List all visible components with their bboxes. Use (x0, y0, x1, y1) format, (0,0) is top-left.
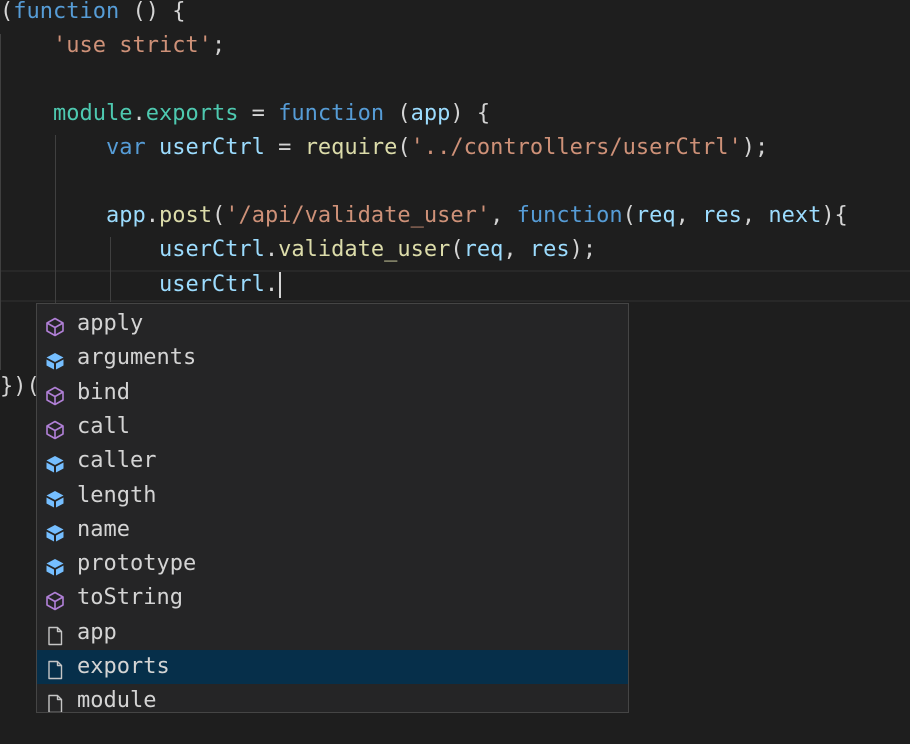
code-token: exports (145, 101, 239, 126)
code-line: var userCtrl = require('../controllers/u… (0, 131, 910, 165)
code-token: . (264, 272, 279, 297)
suggestion-item-call[interactable]: call (37, 410, 628, 444)
field-icon (45, 520, 65, 542)
method-icon (45, 314, 65, 337)
code-token: post (158, 203, 212, 228)
code-token: ( (0, 0, 14, 24)
suggestion-item-caller[interactable]: caller (37, 444, 628, 478)
code-token: 'use strict' (52, 33, 212, 58)
suggestion-label: app (77, 619, 117, 645)
code-token: '/api/validate_user' (225, 203, 491, 228)
suggestion-item-tostring[interactable]: toString (37, 581, 628, 615)
code-token: validate_user (278, 237, 451, 262)
code-token: userCtrl (158, 135, 265, 160)
code-token: ( (450, 237, 464, 262)
text-file-icon (45, 691, 65, 712)
code-token: app (410, 101, 451, 126)
code-token: function (516, 203, 623, 228)
suggestion-item-module[interactable]: module (37, 684, 628, 713)
text-file-icon (45, 657, 65, 680)
suggestion-label: prototype (77, 551, 197, 577)
code-token: })( (0, 374, 40, 399)
code-token: ) { (450, 101, 491, 126)
code-token: req (635, 203, 676, 228)
field-icon (45, 554, 65, 576)
suggestion-label: call (77, 413, 130, 439)
suggestion-item-arguments[interactable]: arguments (37, 341, 628, 375)
code-token: '../controllers/userCtrl' (410, 135, 742, 160)
code-token: , (741, 203, 769, 228)
code-token: function (13, 0, 120, 24)
suggestion-label: toString (77, 585, 183, 611)
field-icon (45, 486, 65, 507)
code-token: . (145, 203, 159, 228)
text-file-icon (45, 623, 65, 645)
code-line: (function () { (0, 0, 910, 29)
code-token: , (490, 203, 517, 228)
code-token: ; (211, 33, 226, 58)
code-token: ){ (821, 203, 848, 228)
text-cursor (279, 272, 282, 298)
suggestion-item-apply[interactable]: apply (37, 307, 628, 341)
code-token: userCtrl (158, 272, 265, 297)
code-token: ( (397, 135, 411, 160)
suggestion-item-length[interactable]: length (37, 479, 628, 513)
code-token: require (304, 135, 398, 160)
field-icon (45, 348, 65, 370)
code-token: res (529, 237, 570, 262)
suggestion-label: module (77, 688, 157, 713)
suggestion-label: name (77, 516, 130, 542)
suggestion-label: exports (77, 654, 170, 679)
suggestion-label: caller (77, 448, 157, 474)
code-line: app.post('/api/validate_user', function(… (0, 199, 910, 233)
code-token: var (105, 135, 146, 160)
code-token: ); (741, 135, 769, 160)
suggestion-label: bind (77, 379, 130, 405)
method-icon (45, 588, 65, 611)
code-line: 'use strict'; (0, 29, 910, 63)
code-token: req (463, 237, 504, 262)
code-token: () { (119, 0, 186, 24)
code-line: module.exports = function (app) { (0, 97, 910, 131)
code-token: . (132, 101, 146, 126)
code-token: ( (211, 203, 226, 228)
code-token: ); (569, 237, 597, 262)
code-token: = (264, 135, 305, 160)
code-token: res (702, 203, 742, 228)
code-token: . (264, 237, 279, 262)
suggestion-item-prototype[interactable]: prototype (37, 547, 628, 581)
code-token: module (52, 101, 133, 126)
code-token: = (238, 101, 279, 126)
suggestion-item-exports[interactable]: exports (37, 650, 628, 684)
suggest-widget: apply arguments bind call caller length name pr… (36, 303, 629, 713)
suggestion-label: length (77, 482, 157, 508)
suggestion-item-name[interactable]: name (37, 513, 628, 547)
suggestion-item-bind[interactable]: bind (37, 376, 628, 410)
code-line: userCtrl. (0, 268, 910, 302)
suggestion-label: arguments (77, 345, 197, 371)
code-token: userCtrl (158, 237, 265, 262)
code-token: app (105, 203, 146, 228)
method-icon (45, 417, 65, 440)
code-token: ( (622, 203, 636, 228)
code-token: , (675, 203, 703, 228)
code-line: userCtrl.validate_user(req, res); (0, 233, 910, 267)
method-icon (45, 383, 65, 405)
code-token: , (503, 237, 530, 262)
code-token: next (768, 203, 822, 228)
suggestion-item-app[interactable]: app (37, 616, 628, 650)
code-token: function (278, 101, 385, 126)
suggestion-label: apply (77, 311, 144, 336)
code-token: ( (384, 101, 411, 126)
field-icon (45, 451, 65, 473)
